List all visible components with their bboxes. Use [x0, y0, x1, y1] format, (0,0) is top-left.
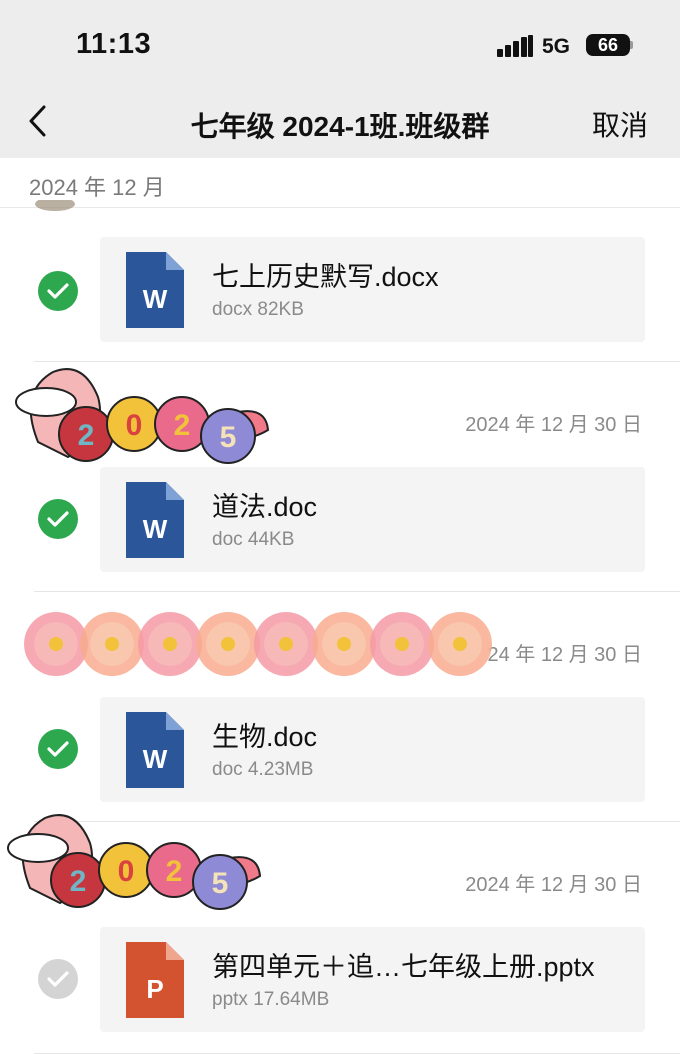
message-date: 2024 年 12 月 30 日 [465, 874, 642, 896]
file-meta: docx 82KB [212, 299, 304, 320]
file-icon-letter: W [142, 744, 168, 774]
sticker-digit: 0 [118, 855, 135, 888]
file-name: 生物.doc [212, 722, 318, 752]
file-meta: doc 4.23MB [212, 759, 314, 780]
message-date: 24 年 12 月 30 日 [487, 644, 642, 666]
signal-icon [497, 35, 533, 57]
file-icon-letter: W [142, 284, 168, 314]
sticker-digit: 2 [166, 855, 183, 888]
select-checkbox[interactable] [38, 499, 78, 539]
file-icon-letter: P [146, 974, 164, 1004]
message-date: 2024 年 12 月 30 日 [465, 414, 642, 436]
battery-tip [630, 41, 633, 49]
file-name: 第四单元＋追…七年级上册.pptx [212, 952, 595, 982]
sticker-digit: 5 [220, 421, 237, 454]
avatar-sticker-partial [35, 200, 75, 211]
snail-2025-sticker: 2 0 2 5 [15, 368, 270, 464]
select-checkbox[interactable] [38, 271, 78, 311]
file-name: 道法.doc [212, 492, 318, 522]
month-section-header: 2024 年 12 月 [0, 158, 680, 208]
sticker-digit: 2 [174, 409, 191, 442]
file-message-row: W 七上历史默写.docx docx 82KB [0, 208, 680, 362]
file-card[interactable]: P 第四单元＋追…七年级上册.pptx pptx 17.64MB [100, 927, 645, 1032]
month-label: 2024 年 12 月 [29, 175, 165, 200]
file-card[interactable]: W 道法.doc doc 44KB [100, 467, 645, 572]
checkmark-icon [47, 971, 69, 987]
sticker-digit: 2 [78, 419, 95, 452]
file-name: 七上历史默写.docx [212, 262, 439, 292]
status-time: 11:13 [76, 28, 152, 60]
select-checkbox[interactable] [38, 959, 78, 999]
sticker-digit: 5 [212, 867, 229, 900]
cancel-button[interactable]: 取消 [592, 104, 648, 144]
checkmark-icon [47, 283, 69, 299]
select-checkbox[interactable] [38, 729, 78, 769]
sticker-digit: 0 [126, 409, 143, 442]
file-icon-letter: W [142, 514, 168, 544]
battery-icon: 66 [586, 34, 630, 56]
sticker-digit: 2 [70, 865, 87, 898]
file-meta: doc 44KB [212, 529, 295, 550]
flower-band-sticker [24, 612, 492, 676]
snail-2025-sticker: 2 0 2 5 [7, 814, 262, 910]
checkmark-icon [47, 741, 69, 757]
file-card[interactable]: W 七上历史默写.docx docx 82KB [100, 237, 645, 342]
page-title: 七年级 2024-1班.班级群 [190, 111, 490, 142]
checkmark-icon [47, 511, 69, 527]
network-type: 5G [542, 35, 571, 58]
file-card[interactable]: W 生物.doc doc 4.23MB [100, 697, 645, 802]
status-bar: 11:13 5G 66 [0, 0, 680, 92]
nav-bar: 七年级 2024-1班.班级群 取消 [0, 92, 680, 158]
file-meta: pptx 17.64MB [212, 989, 330, 1010]
battery-level: 66 [597, 35, 619, 55]
